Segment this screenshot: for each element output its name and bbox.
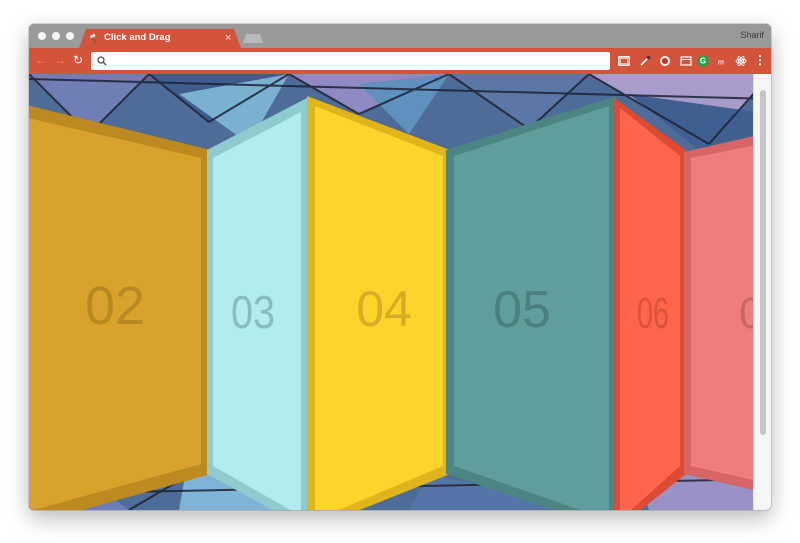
browser-menu-icon[interactable]: ⋮	[754, 52, 766, 68]
address-bar[interactable]	[91, 52, 610, 70]
close-window-dot[interactable]	[38, 32, 46, 40]
bug-icon[interactable]	[659, 55, 671, 67]
forward-arrow-icon[interactable]: →	[54, 52, 66, 68]
minimize-window-dot[interactable]	[52, 32, 60, 40]
grammarly-icon[interactable]: G	[697, 55, 709, 67]
svg-text:G: G	[700, 57, 706, 66]
panel-05[interactable]: 05	[446, 96, 616, 510]
vertical-scrollbar[interactable]	[753, 74, 771, 510]
eyedropper-icon[interactable]	[639, 55, 651, 67]
tab-strip: Click and Drag × Sharif	[29, 24, 771, 48]
hammer-favicon-icon	[89, 33, 97, 44]
panel-label-03: 03	[231, 286, 275, 338]
new-tab-button[interactable]	[243, 34, 263, 43]
window-icon[interactable]	[680, 55, 692, 67]
reload-icon[interactable]: ↻	[73, 52, 83, 68]
active-tab[interactable]: Click and Drag ×	[79, 29, 241, 48]
panel-02[interactable]: 02	[29, 102, 211, 510]
panel-label-06: 06	[637, 289, 669, 338]
address-input[interactable]	[111, 52, 601, 70]
browser-window: Click and Drag × Sharif ← → ↻ G m ⋮ 02 0…	[29, 24, 771, 510]
back-arrow-icon[interactable]: ←	[35, 52, 47, 68]
scrollbar-thumb[interactable]	[760, 90, 766, 435]
panel-06[interactable]: 06	[614, 98, 686, 510]
page-viewport[interactable]: 02 03 04 05 06 0	[29, 74, 771, 510]
panel-label-04: 04	[356, 281, 412, 337]
zoom-window-dot[interactable]	[66, 32, 74, 40]
svg-text:m: m	[718, 56, 724, 66]
panel-03[interactable]: 03	[207, 98, 307, 510]
tab-close-icon[interactable]: ×	[225, 31, 231, 45]
react-devtools-icon[interactable]	[735, 55, 747, 67]
drag-gallery[interactable]: 02 03 04 05 06 0	[29, 74, 771, 510]
profile-name[interactable]: Sharif	[740, 30, 764, 40]
browser-toolbar: ← → ↻ G m ⋮	[29, 48, 771, 74]
panel-label-05: 05	[493, 281, 551, 339]
panel-04[interactable]: 04	[307, 96, 450, 510]
screen-capture-icon[interactable]	[618, 55, 630, 67]
m-icon[interactable]: m	[715, 55, 727, 67]
panel-label-02: 02	[85, 276, 145, 336]
tab-title: Click and Drag	[104, 32, 171, 43]
search-icon	[97, 56, 107, 66]
